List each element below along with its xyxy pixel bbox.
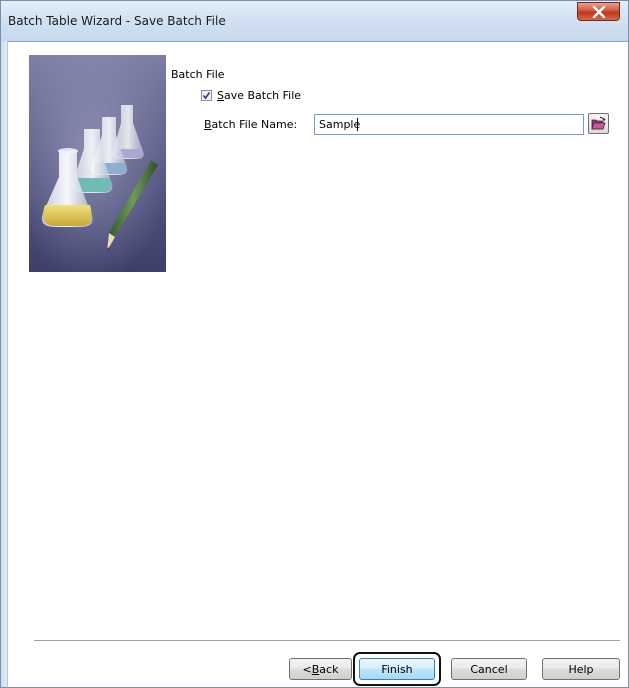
finish-button[interactable]: Finish [359,658,435,680]
batch-file-name-input[interactable] [314,114,584,135]
back-button[interactable]: < Back [289,658,352,680]
batch-file-group-label: Batch File [171,68,225,81]
footer-divider [34,640,620,642]
text-caret [357,118,358,131]
window-left-frame [1,41,8,687]
window-title: Batch Table Wizard - Save Batch File [8,14,226,28]
save-batch-file-checkbox[interactable] [201,90,212,101]
cancel-button[interactable]: Cancel [451,658,527,680]
close-icon [592,6,606,18]
checkmark-icon [202,92,211,100]
batch-file-name-label: Batch File Name: [204,118,298,131]
open-folder-icon [591,117,606,130]
browse-button[interactable] [588,113,609,134]
save-batch-file-label: Save Batch File [217,89,302,102]
save-batch-file-checkbox-row[interactable]: Save Batch File [201,88,301,103]
title-bar[interactable]: Batch Table Wizard - Save Batch File [1,1,628,42]
flasks-pencil-illustration [29,55,166,272]
close-button[interactable] [577,2,620,21]
help-button[interactable]: Help [542,658,620,680]
wizard-window: Batch Table Wizard - Save Batch File Bat… [0,0,629,688]
